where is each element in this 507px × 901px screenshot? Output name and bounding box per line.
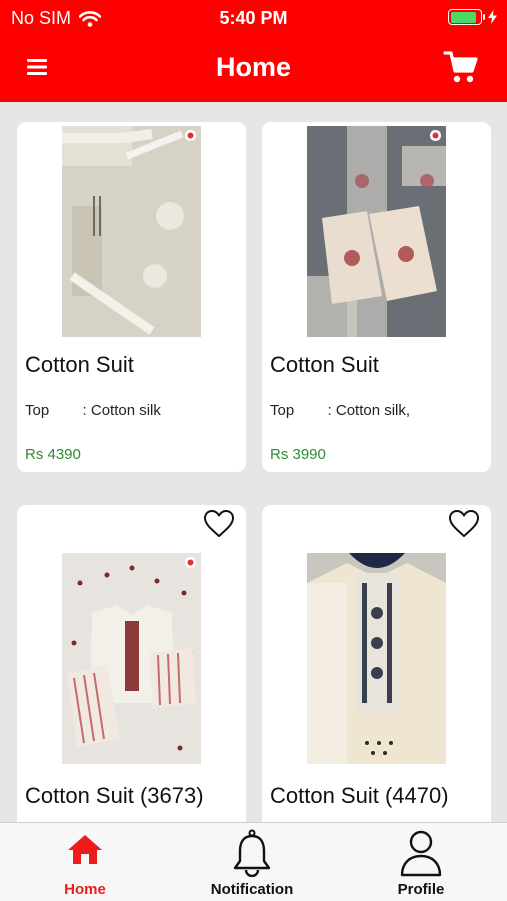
tab-label: Profile [397, 881, 445, 898]
navigation-bar: Home [0, 40, 507, 96]
product-card[interactable]: Cotton Suit Top : Cotton silk, Rs 3990 [262, 122, 491, 472]
tab-home[interactable]: Home [25, 823, 145, 901]
product-title: Cotton Suit [270, 352, 379, 377]
product-spec: Top : Cotton silk, [270, 402, 411, 419]
heart-outline-icon[interactable] [448, 509, 480, 539]
product-spec: Top : Cotton silk [25, 402, 161, 419]
product-photo-white-suit-striped [62, 553, 201, 764]
product-price: Rs 3990 [270, 446, 326, 463]
product-card[interactable]: Cotton Suit Top : Cotton silk Rs 4390 [17, 122, 246, 472]
heart-outline-icon[interactable] [203, 509, 235, 539]
charging-bolt-icon [488, 10, 497, 24]
status-bar: No SIM 5:40 PM [0, 0, 507, 34]
product-card[interactable]: Cotton Suit (3673) [17, 505, 246, 835]
tab-profile[interactable]: Profile [361, 823, 481, 901]
product-photo-beige-suit-lace [62, 126, 201, 337]
home-icon [68, 835, 102, 864]
product-card[interactable]: Cotton Suit (4470) [262, 505, 491, 835]
product-photo-grey-suit-embroidered [307, 126, 446, 337]
tab-label: Notification [210, 881, 294, 898]
shopping-cart-icon[interactable] [443, 50, 479, 86]
product-photo-cream-kurta-embroidered [307, 553, 446, 764]
product-price: Rs 4390 [25, 446, 81, 463]
product-title: Cotton Suit (3673) [25, 783, 204, 808]
top-app-bar: No SIM 5:40 PM Home [0, 0, 507, 102]
tab-notification[interactable]: Notification [192, 823, 312, 901]
person-icon [400, 830, 442, 877]
bottom-tab-bar: Home Notification Profile [0, 822, 507, 901]
product-title: Cotton Suit [25, 352, 134, 377]
status-time: 5:40 PM [219, 8, 288, 28]
bell-icon [233, 829, 271, 877]
battery-level [450, 11, 476, 23]
status-right [448, 9, 497, 25]
product-title: Cotton Suit (4470) [270, 783, 449, 808]
battery-icon [448, 9, 485, 25]
page-title: Home [215, 52, 291, 82]
tab-label: Home [64, 881, 106, 898]
